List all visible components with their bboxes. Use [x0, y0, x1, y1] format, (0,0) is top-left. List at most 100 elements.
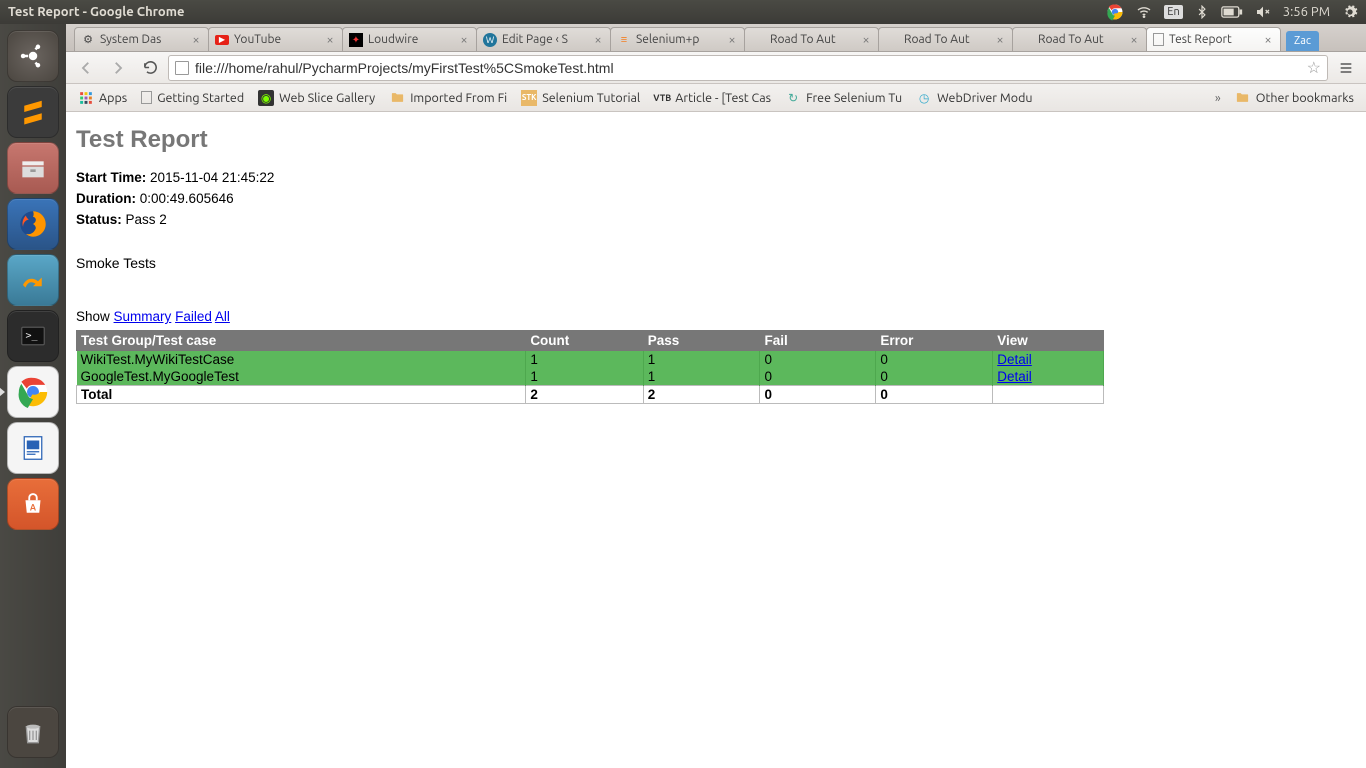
cell-error: 0: [876, 351, 993, 369]
trash-icon[interactable]: [7, 706, 59, 758]
tab-label: Road To Aut: [1038, 33, 1124, 46]
start-time-line: Start Time: 2015-11-04 21:45:22: [76, 170, 1356, 185]
file-icon: [175, 61, 189, 75]
close-icon[interactable]: ×: [994, 34, 1006, 46]
chrome-indicator-icon[interactable]: [1106, 3, 1124, 21]
forward-button[interactable]: [104, 55, 132, 81]
cell-view: Detail: [993, 368, 1104, 386]
failed-link[interactable]: Failed: [175, 309, 212, 324]
bookmark-label: Other bookmarks: [1256, 91, 1354, 105]
duration-label: Duration:: [76, 191, 136, 206]
detail-link[interactable]: Detail: [997, 352, 1032, 367]
tab-label: Edit Page ‹ S: [502, 33, 588, 46]
tab-strip: ⚙ System Das × ▶ YouTube × ✦ Loudwire × …: [66, 24, 1366, 52]
cell-total-view: [993, 386, 1104, 404]
hamburger-menu-icon[interactable]: [1332, 55, 1360, 81]
bluetooth-icon[interactable]: [1195, 5, 1209, 19]
tab-label: Road To Aut: [770, 33, 856, 46]
ubuntu-top-panel: Test Report - Google Chrome En 3:56 PM: [0, 0, 1366, 24]
apps-button[interactable]: Apps: [72, 87, 133, 109]
libreoffice-writer-icon[interactable]: [7, 422, 59, 474]
table-total-row: Total 2 2 0 0: [77, 386, 1104, 404]
show-label: Show: [76, 309, 110, 324]
gear-icon[interactable]: [1342, 4, 1358, 20]
section-name: Smoke Tests: [76, 255, 1356, 271]
tab-active[interactable]: Test Report ×: [1146, 27, 1281, 51]
close-icon[interactable]: ×: [860, 34, 872, 46]
close-icon[interactable]: ×: [726, 34, 738, 46]
bookmark-item[interactable]: ◉ Web Slice Gallery: [252, 87, 381, 109]
reload-button[interactable]: [136, 55, 164, 81]
app-generic-icon[interactable]: [7, 254, 59, 306]
header-view: View: [993, 331, 1104, 351]
terminal-icon[interactable]: >_: [7, 310, 59, 362]
loudwire-icon: ✦: [349, 33, 363, 47]
clock[interactable]: 3:56 PM: [1283, 5, 1330, 19]
tab[interactable]: ✦ Loudwire ×: [342, 27, 477, 51]
close-icon[interactable]: ×: [190, 34, 202, 46]
favicon-icon: [1019, 33, 1033, 47]
tab[interactable]: Road To Aut ×: [1012, 27, 1147, 51]
sublime-icon[interactable]: [7, 86, 59, 138]
table-row: GoogleTest.MyGoogleTest 1 1 0 0 Detail: [77, 368, 1104, 386]
dash-icon[interactable]: [7, 30, 59, 82]
bookmark-label: WebDriver Modu: [937, 91, 1032, 105]
wifi-icon[interactable]: [1136, 4, 1152, 20]
close-icon[interactable]: ×: [1262, 34, 1274, 46]
cell-total-count: 2: [526, 386, 643, 404]
stackoverflow-icon: ≡: [617, 33, 631, 47]
profile-badge[interactable]: Zac: [1286, 31, 1319, 51]
bookmark-folder[interactable]: Imported From Fi: [383, 87, 513, 109]
overflow-icon[interactable]: »: [1209, 91, 1227, 105]
header-count: Count: [526, 331, 643, 351]
url-text: file:///home/rahul/PycharmProjects/myFir…: [195, 60, 1301, 76]
files-icon[interactable]: [7, 142, 59, 194]
cell-name: GoogleTest.MyGoogleTest: [77, 368, 526, 386]
tab[interactable]: Road To Aut ×: [878, 27, 1013, 51]
chrome-app-icon[interactable]: [7, 366, 59, 418]
filter-line: Show Summary Failed All: [76, 309, 1356, 324]
duration-line: Duration: 0:00:49.605646: [76, 191, 1356, 206]
bookmark-item[interactable]: Getting Started: [135, 88, 250, 108]
back-button[interactable]: [72, 55, 100, 81]
summary-link[interactable]: Summary: [114, 309, 172, 324]
bookmark-label: Getting Started: [157, 91, 244, 105]
close-icon[interactable]: ×: [592, 34, 604, 46]
bookmark-label: Imported From Fi: [410, 91, 507, 105]
all-link[interactable]: All: [215, 309, 230, 324]
tab[interactable]: ≡ Selenium+p ×: [610, 27, 745, 51]
status-value: Pass 2: [126, 212, 167, 227]
cell-count: 1: [526, 351, 643, 369]
header-error: Error: [876, 331, 993, 351]
close-icon[interactable]: ×: [324, 34, 336, 46]
start-time-value: 2015-11-04 21:45:22: [150, 170, 274, 185]
table-header-row: Test Group/Test case Count Pass Fail Err…: [77, 331, 1104, 351]
bookmark-label: Apps: [99, 91, 127, 105]
detail-link[interactable]: Detail: [997, 369, 1032, 384]
software-center-icon[interactable]: A: [7, 478, 59, 530]
other-bookmarks[interactable]: Other bookmarks: [1229, 87, 1360, 109]
svg-text:A: A: [30, 502, 37, 512]
close-icon[interactable]: ×: [458, 34, 470, 46]
bookmark-star-icon[interactable]: ☆: [1307, 58, 1321, 77]
favicon-icon: ⚙: [81, 33, 95, 47]
address-bar[interactable]: file:///home/rahul/PycharmProjects/myFir…: [168, 55, 1328, 81]
page-title: Test Report: [76, 126, 1356, 154]
bookmark-item[interactable]: ◷ WebDriver Modu: [910, 87, 1038, 109]
tab[interactable]: ⚙ System Das ×: [74, 27, 209, 51]
tab[interactable]: Road To Aut ×: [744, 27, 879, 51]
close-icon[interactable]: ×: [1128, 34, 1140, 46]
tab[interactable]: ▶ YouTube ×: [208, 27, 343, 51]
bookmark-label: Free Selenium Tu: [806, 91, 902, 105]
language-indicator[interactable]: En: [1164, 5, 1182, 19]
cell-view: Detail: [993, 351, 1104, 369]
cell-error: 0: [876, 368, 993, 386]
firefox-icon[interactable]: [7, 198, 59, 250]
tab[interactable]: W Edit Page ‹ S ×: [476, 27, 611, 51]
bookmark-item[interactable]: STK Selenium Tutorial: [515, 87, 646, 109]
cell-count: 1: [526, 368, 643, 386]
bookmark-item[interactable]: VTB Article - [Test Cas: [648, 87, 777, 109]
volume-icon[interactable]: [1255, 4, 1271, 20]
battery-icon[interactable]: [1221, 6, 1243, 18]
bookmark-item[interactable]: ↻ Free Selenium Tu: [779, 87, 908, 109]
